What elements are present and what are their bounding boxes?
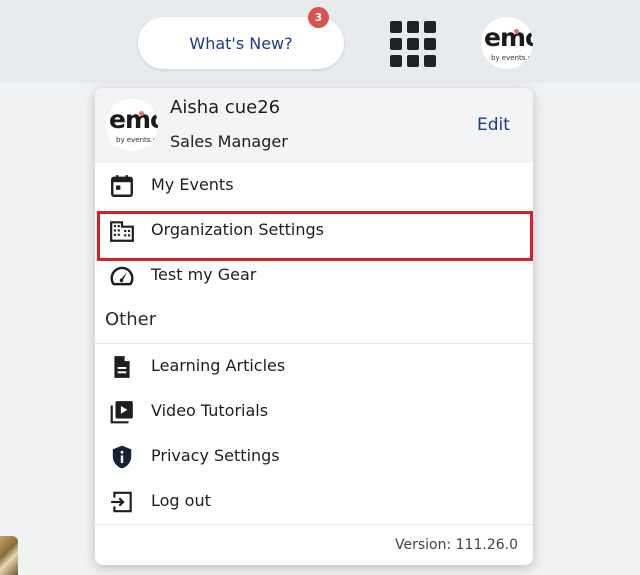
- section-header-other: Other: [105, 309, 157, 330]
- menu-item-learning-articles[interactable]: Learning Articles: [95, 344, 533, 389]
- speedometer-icon: [110, 266, 134, 286]
- shield-info-icon: [112, 445, 132, 469]
- menu-item-label: Log out: [151, 491, 211, 510]
- edit-profile-link[interactable]: Edit: [477, 115, 510, 135]
- logo-subtext: by events.com: [491, 54, 533, 62]
- apps-grid-icon[interactable]: [390, 21, 436, 67]
- user-menu-dropdown: emo by events.com Aisha cue26 Sales Mana…: [95, 88, 533, 565]
- profile-name: Aisha cue26: [170, 97, 281, 118]
- logout-icon: [111, 491, 132, 513]
- calendar-icon: [111, 175, 133, 197]
- top-bar: What's New? 3 emo by events.com: [0, 0, 640, 83]
- user-avatar-button[interactable]: emo by events.com: [481, 17, 533, 69]
- highlight-box: [97, 211, 533, 261]
- logo-subtext: by events.com: [116, 136, 158, 144]
- logo-text: emo: [484, 23, 533, 52]
- background-thumbnail: [0, 536, 18, 575]
- menu-item-my-events[interactable]: My Events: [95, 163, 533, 208]
- menu-item-label: Test my Gear: [151, 265, 257, 284]
- logo-text: emo: [109, 105, 158, 134]
- version-label: Version: 111.26.0: [395, 537, 518, 553]
- menu-item-label: Learning Articles: [151, 356, 286, 375]
- profile-avatar: emo by events.com: [106, 99, 158, 151]
- logo-dot: [514, 29, 519, 34]
- notification-badge: 3: [308, 7, 329, 28]
- profile-role: Sales Manager: [170, 132, 288, 151]
- menu-item-label: Privacy Settings: [151, 446, 280, 465]
- logo-dot: [139, 111, 144, 116]
- menu-item-label: Video Tutorials: [151, 401, 269, 420]
- document-icon: [114, 356, 130, 378]
- menu-item-label: My Events: [151, 175, 234, 194]
- divider: [95, 524, 533, 525]
- menu-item-privacy-settings[interactable]: Privacy Settings: [95, 434, 533, 479]
- menu-item-video-tutorials[interactable]: Video Tutorials: [95, 389, 533, 434]
- menu-item-log-out[interactable]: Log out: [95, 479, 533, 524]
- video-library-icon: [110, 401, 133, 424]
- profile-header: emo by events.com Aisha cue26 Sales Mana…: [95, 88, 533, 163]
